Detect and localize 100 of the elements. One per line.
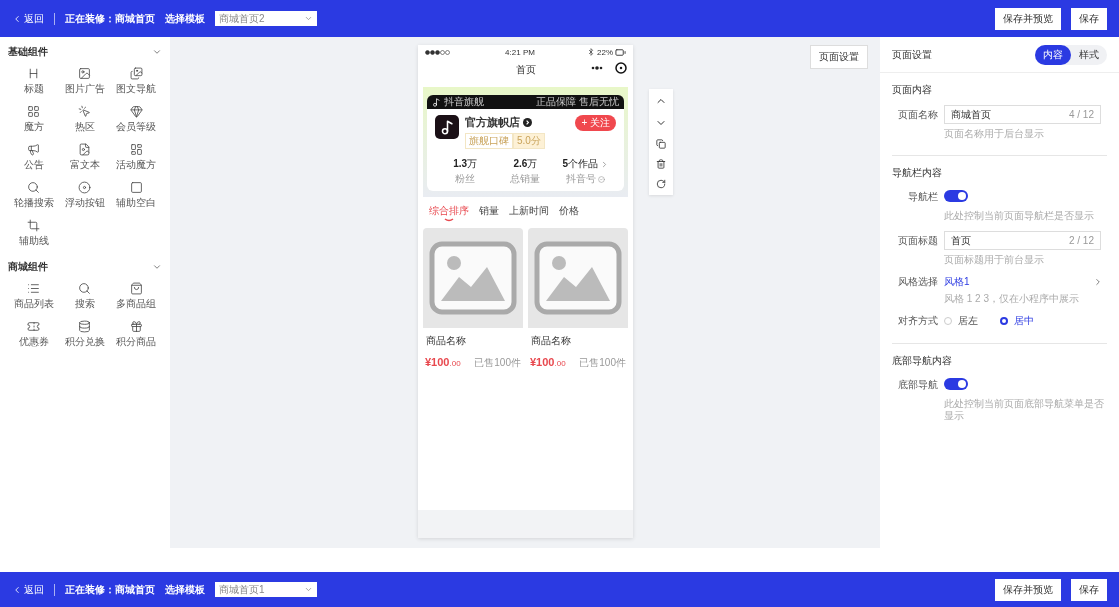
component-label[interactable]: 魔方 <box>23 120 44 134</box>
hint-text: 此处控制当前页面导航栏是否显示 <box>944 210 1095 222</box>
style-link[interactable]: 风格1 <box>944 275 970 289</box>
template-select[interactable]: 商城首页2 <box>215 11 317 26</box>
component-label[interactable]: 商品列表 <box>13 297 54 311</box>
component-label[interactable]: 辅助线 <box>18 234 49 248</box>
rating-label: 旗舰口碑 <box>465 133 513 149</box>
save-preview-button[interactable]: 保存并预览 <box>995 578 1061 601</box>
guarantee-text: 正品保障 售后无忧 <box>536 95 619 109</box>
hint-text: 页面名称用于后台显示 <box>944 128 1045 140</box>
bag-icon[interactable] <box>129 282 143 295</box>
field-label: 页面名称 <box>897 107 938 122</box>
crop-icon[interactable] <box>27 219 41 232</box>
component-label[interactable]: 图片广告 <box>65 82 105 96</box>
battery-text: 22% <box>597 47 613 57</box>
component-label[interactable]: 轮播搜索 <box>13 196 54 210</box>
component-label[interactable]: 积分商品 <box>116 335 157 349</box>
component-label[interactable]: 多商品组 <box>116 297 157 311</box>
arrow-icon[interactable] <box>523 118 532 127</box>
template-select[interactable]: 商城首页1 <box>215 582 317 597</box>
sort-tab[interactable]: 价格 <box>559 204 579 225</box>
component-label[interactable]: 辅助空白 <box>116 196 157 210</box>
hint-text: 此处控制当前页面底部导航菜单是否显示 <box>944 398 1105 422</box>
component-label[interactable]: 活动魔方 <box>116 158 157 172</box>
ticket-icon[interactable] <box>27 320 41 333</box>
chevron-icon[interactable] <box>152 262 162 272</box>
stat-value: 5个作品 <box>562 157 599 171</box>
image-placeholder-icon <box>534 241 622 315</box>
text-field[interactable]: 首页 2 / 12 <box>944 231 1101 250</box>
radio-option[interactable]: 居中 <box>1000 314 1034 328</box>
sort-tab[interactable]: 上新时间 <box>509 204 549 225</box>
stat-label: 抖音号 <box>566 172 597 186</box>
save-preview-button[interactable]: 保存并预览 <box>995 7 1061 30</box>
sold-count: 已售100件 <box>474 356 521 370</box>
images-icon[interactable] <box>129 67 143 80</box>
hint-text: 页面标题用于前台显示 <box>944 254 1045 266</box>
page-settings-button[interactable]: 页面设置 <box>810 45 868 69</box>
back-icon[interactable] <box>12 13 22 24</box>
megaphone-icon[interactable] <box>27 143 41 156</box>
search-icon[interactable] <box>78 282 92 295</box>
chevron-icon[interactable] <box>152 47 162 57</box>
component-label[interactable]: 热区 <box>75 120 95 134</box>
dashboard-icon[interactable] <box>129 143 143 156</box>
more-icon[interactable] <box>591 66 603 70</box>
note-icon <box>432 97 441 107</box>
field-label: 底部导航 <box>897 378 938 392</box>
panel-title: 页面设置 <box>892 47 932 62</box>
group-title: 基础组件 <box>8 45 48 59</box>
delete-icon[interactable] <box>656 159 666 169</box>
component-label[interactable]: 优惠券 <box>18 335 49 349</box>
component-label[interactable]: 公告 <box>23 158 44 172</box>
template-label: 选择模板 <box>165 11 205 26</box>
list-icon[interactable] <box>27 282 41 295</box>
image-icon[interactable] <box>78 67 92 80</box>
gift-icon[interactable] <box>129 320 143 333</box>
save-button[interactable]: 保存 <box>1071 7 1107 30</box>
gem-icon[interactable] <box>129 105 143 118</box>
component-label[interactable]: 积分兑换 <box>65 335 105 349</box>
back-link[interactable]: 返回 <box>12 11 44 26</box>
pointer-icon[interactable] <box>78 105 92 118</box>
stat-value: 1.3万 <box>453 157 478 171</box>
signal-icon <box>425 49 453 55</box>
copy-icon[interactable] <box>656 139 666 149</box>
follow-button[interactable]: + 关注 <box>575 115 616 131</box>
stat-label: 粉丝 <box>455 172 476 186</box>
chevron-icon[interactable] <box>1093 277 1103 287</box>
component-label[interactable]: 图文导航 <box>116 82 157 96</box>
sort-tab[interactable]: 综合排序 <box>429 204 469 225</box>
text-field[interactable]: 商城首页 4 / 12 <box>944 105 1101 124</box>
image-placeholder-icon <box>429 241 517 315</box>
save-button[interactable]: 保存 <box>1071 578 1107 601</box>
rating-score: 5.0分 <box>513 133 545 149</box>
component-label[interactable]: 标题 <box>23 82 44 96</box>
back-icon[interactable] <box>12 584 22 595</box>
reset-icon[interactable] <box>656 179 666 189</box>
clock-text: 4:21 PM <box>505 47 535 57</box>
logo-icon <box>435 115 459 139</box>
file-image-icon[interactable] <box>78 143 92 156</box>
component-label[interactable]: 浮动按钮 <box>65 196 105 210</box>
template-label: 选择模板 <box>165 582 205 597</box>
square-icon[interactable] <box>129 181 143 194</box>
search-icon[interactable] <box>27 181 41 194</box>
toggle-switch[interactable] <box>944 378 968 390</box>
grid-icon[interactable] <box>27 105 41 118</box>
editing-title: 正在装修：商城首页 <box>65 582 155 597</box>
component-label[interactable]: 会员等级 <box>116 120 157 134</box>
component-label[interactable]: 富文本 <box>70 158 100 172</box>
database-icon[interactable] <box>78 320 92 333</box>
toggle-switch[interactable] <box>944 190 968 202</box>
field-label: 导航栏 <box>907 190 938 204</box>
back-link[interactable]: 返回 <box>12 582 44 597</box>
check-icon <box>598 175 606 183</box>
product-price: ¥100.00 <box>425 356 461 368</box>
sort-tab[interactable]: 销量 <box>479 204 499 225</box>
panel-tab[interactable]: 样式 <box>1071 44 1107 65</box>
radio-option[interactable]: 居左 <box>944 314 978 328</box>
component-label[interactable]: 搜索 <box>75 297 95 311</box>
disc-icon[interactable] <box>78 181 92 194</box>
panel-tab[interactable]: 内容 <box>1035 44 1071 65</box>
target-icon[interactable] <box>615 62 627 74</box>
